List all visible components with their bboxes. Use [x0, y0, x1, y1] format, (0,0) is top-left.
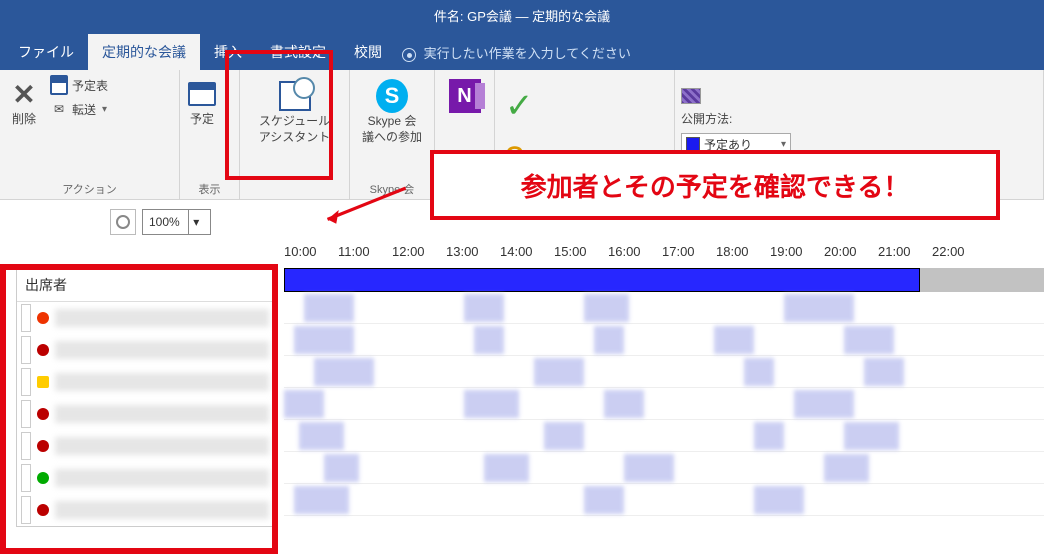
time-label: 22:00 — [932, 244, 986, 268]
time-label: 10:00 — [284, 244, 338, 268]
tab-file[interactable]: ファイル — [4, 34, 88, 70]
time-label: 18:00 — [716, 244, 770, 268]
availability-grid[interactable] — [284, 292, 1044, 552]
annotation-text: 参加者とその予定を確認できる！ — [521, 167, 910, 204]
lightbulb-icon — [402, 48, 416, 62]
tab-insert[interactable]: 挿入 — [200, 34, 256, 70]
tab-meeting[interactable]: 定期的な会議 — [88, 34, 200, 70]
time-label: 13:00 — [446, 244, 500, 268]
annotation-arrow — [295, 185, 435, 235]
attendees-header: 出席者 — [17, 269, 273, 302]
calendar-grid-icon — [188, 82, 216, 106]
time-label: 19:00 — [770, 244, 824, 268]
public-method-label: 公開方法: — [681, 110, 732, 127]
schedule-assistant-button[interactable]: スケジュール アシスタント — [240, 70, 349, 149]
zoom-select[interactable]: 100% ▾ — [142, 209, 211, 235]
busy-swatch-icon — [681, 88, 701, 104]
time-label: 16:00 — [608, 244, 662, 268]
group-show: 予定 表示 — [180, 70, 240, 199]
skype-icon: S — [376, 79, 408, 113]
accept-button[interactable]: ✓ — [505, 86, 534, 126]
skype-meeting-button[interactable]: S Skype 会 議への参加 — [350, 70, 434, 149]
time-label: 15:00 — [554, 244, 608, 268]
time-label: 12:00 — [392, 244, 446, 268]
ribbon-tabs: ファイル 定期的な会議 挿入 書式設定 校閲 実行したい作業を入力してください — [0, 30, 1044, 70]
tell-me-label: 実行したい作業を入力してください — [424, 46, 631, 61]
x-icon: ✕ — [12, 78, 35, 111]
chevron-down-icon: ▾ — [781, 139, 786, 150]
chevron-down-icon: ▾ — [188, 210, 204, 234]
zoom-search-button[interactable] — [110, 209, 136, 235]
group-skype: S Skype 会 議への参加 Skype 会 — [350, 70, 435, 199]
time-label: 14:00 — [500, 244, 554, 268]
meeting-time-bar[interactable] — [284, 268, 920, 292]
chevron-down-icon: ▾ — [102, 104, 107, 115]
attendee-row[interactable] — [17, 398, 273, 430]
time-label: 20:00 — [824, 244, 878, 268]
tab-format[interactable]: 書式設定 — [256, 34, 340, 70]
attendee-row[interactable] — [17, 366, 273, 398]
attendee-row[interactable] — [17, 430, 273, 462]
group-schedule-assistant: スケジュール アシスタント — [240, 70, 350, 199]
after-hours-bar — [920, 268, 1044, 292]
forward-button[interactable]: ✉ 転送 ▾ — [46, 98, 112, 120]
attendees-panel: 出席者 — [16, 268, 274, 527]
onenote-icon: N — [449, 79, 481, 113]
attendee-row[interactable] — [17, 334, 273, 366]
time-label: 11:00 — [338, 244, 392, 268]
forward-icon: ✉ — [50, 100, 68, 118]
time-header: 10:0011:0012:0013:0014:0015:0016:0017:00… — [284, 244, 986, 268]
group-actions: ✕ 削除 予定表 ✉ 転送 ▾ アクション — [0, 70, 180, 199]
delete-button[interactable]: ✕ 削除 — [4, 74, 44, 132]
busy-color-icon — [686, 137, 700, 151]
title-bar: 件名: GP会議 — 定期的な会議 — [0, 0, 1044, 30]
appointment-button[interactable]: 予定 — [182, 74, 222, 132]
calendar-icon — [50, 75, 68, 95]
window-title: 件名: GP会議 — 定期的な会議 — [434, 6, 610, 25]
time-label: 17:00 — [662, 244, 716, 268]
calendar-view-button[interactable]: 予定表 — [46, 74, 112, 96]
tell-me[interactable]: 実行したい作業を入力してください — [396, 35, 637, 70]
time-label: 21:00 — [878, 244, 932, 268]
attendee-row[interactable] — [17, 462, 273, 494]
schedule-assistant-icon — [279, 81, 311, 111]
attendee-row[interactable] — [17, 302, 273, 334]
annotation-callout: 参加者とその予定を確認できる！ — [430, 150, 1000, 220]
onenote-button[interactable]: N — [435, 70, 494, 118]
attendee-row[interactable] — [17, 494, 273, 526]
tab-review[interactable]: 校閲 — [340, 34, 396, 70]
